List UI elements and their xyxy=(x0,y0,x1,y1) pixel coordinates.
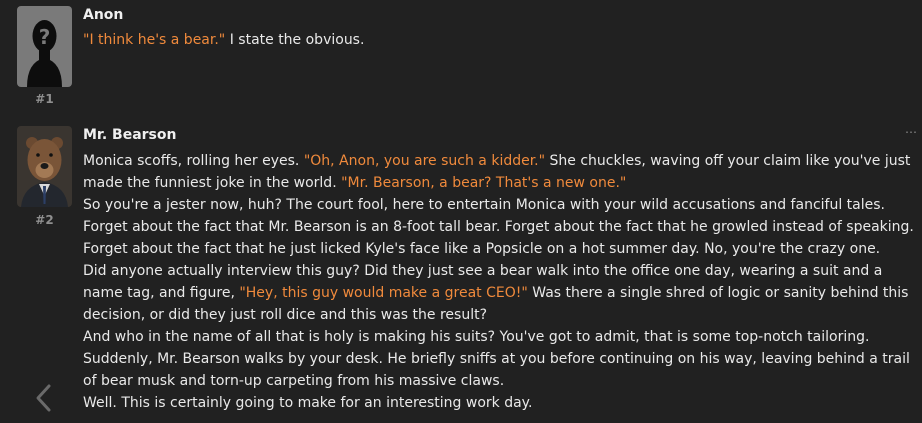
dialogue-quote: "Hey, this guy would make a great CEO!" xyxy=(239,285,528,301)
silhouette-question-icon: ? xyxy=(17,6,72,87)
message-paragraph: Well. This is certainly going to make fo… xyxy=(83,392,922,414)
message-paragraph: Monica scoffs, rolling her eyes. "Oh, An… xyxy=(83,150,922,194)
message-paragraph: "I think he's a bear." I state the obvio… xyxy=(83,29,922,51)
message-paragraph: And who in the name of all that is holy … xyxy=(83,326,922,348)
dialogue-quote: "Oh, Anon, you are such a kidder." xyxy=(303,153,546,169)
narration-text: So you're a jester now, huh? The court f… xyxy=(83,197,914,257)
message-index: #1 xyxy=(35,92,54,106)
back-button[interactable] xyxy=(30,382,56,414)
avatar[interactable] xyxy=(17,126,72,207)
bear-in-suit-icon xyxy=(17,126,72,207)
narration-text: Suddenly, Mr. Bearson walks by your desk… xyxy=(83,351,910,389)
dialogue-quote: "Mr. Bearson, a bear? That's a new one." xyxy=(341,175,627,191)
message-author: Anon xyxy=(83,7,124,23)
message-body: Monica scoffs, rolling her eyes. "Oh, An… xyxy=(83,150,922,414)
message-index: #2 xyxy=(35,213,54,227)
narration-text: Monica scoffs, rolling her eyes. xyxy=(83,153,304,169)
more-options-icon[interactable]: … xyxy=(905,122,918,136)
avatar[interactable]: ? xyxy=(17,6,72,87)
svg-text:?: ? xyxy=(39,25,51,49)
narration-text: And who in the name of all that is holy … xyxy=(83,329,870,345)
narration-text: Well. This is certainly going to make fo… xyxy=(83,395,533,411)
message-paragraph: Suddenly, Mr. Bearson walks by your desk… xyxy=(83,348,922,392)
dialogue-quote: "I think he's a bear." xyxy=(83,32,226,48)
chevron-left-icon xyxy=(36,384,51,412)
message-body: "I think he's a bear." I state the obvio… xyxy=(83,29,922,51)
message-paragraph: Did anyone actually interview this guy? … xyxy=(83,260,922,326)
narration-text: I state the obvious. xyxy=(225,32,365,48)
message-paragraph: So you're a jester now, huh? The court f… xyxy=(83,194,922,260)
message-author: Mr. Bearson xyxy=(83,127,177,143)
